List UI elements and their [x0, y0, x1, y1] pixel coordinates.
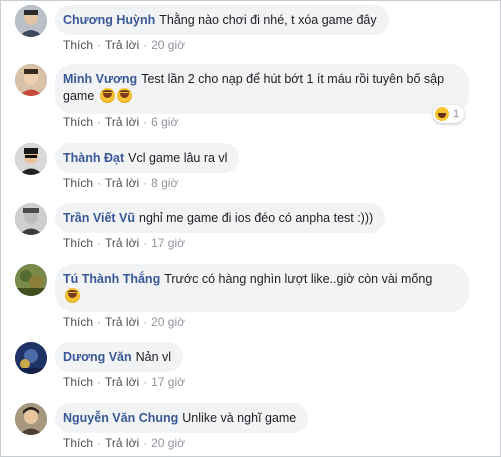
separator: ·	[97, 176, 102, 190]
reply-link[interactable]: Trả lời	[105, 115, 139, 129]
comment-author[interactable]: Chương Huỳnh	[63, 13, 155, 27]
separator: ·	[143, 436, 148, 450]
like-link[interactable]: Thích	[63, 375, 93, 389]
laughing-emoji-icon	[65, 288, 80, 303]
comment-text: Unlike và nghĩ game	[182, 411, 297, 425]
comment-author[interactable]: Minh Vương	[63, 72, 137, 86]
separator: ·	[143, 375, 148, 389]
like-link[interactable]: Thích	[63, 38, 93, 52]
avatar[interactable]	[15, 64, 47, 96]
comment-text: Test lần 2 cho nạp để hút bớt 1 ít máu r…	[141, 72, 445, 86]
comment-bubble: Chương Huỳnh Thằng nào chơi đi nhé, t xóa…	[55, 5, 389, 35]
comment-time[interactable]: 6 giờ	[151, 115, 178, 129]
rofl-emoji-icon	[99, 88, 115, 103]
like-link[interactable]: Thích	[63, 176, 93, 190]
comment-author[interactable]: Tú Thành Thắng	[63, 272, 160, 286]
comment-text: nghỉ me game đi ios đéo có anpha test :)…	[139, 211, 374, 225]
comment-author[interactable]: Thành Đạt	[63, 151, 124, 165]
comment-actions: Thích · Trả lời · 20 giờ	[63, 38, 185, 52]
like-link[interactable]: Thích	[63, 315, 93, 329]
comment-bubble: Thành Đạt Vcl game lâu ra vl	[55, 143, 240, 173]
comment-actions: Thích · Trả lời · 20 giờ	[63, 436, 185, 450]
comment-time[interactable]: 20 giờ	[151, 38, 185, 52]
comment-text: Nản vl	[135, 350, 172, 364]
reply-link[interactable]: Trả lời	[105, 176, 139, 190]
comment-text: Trước có hàng nghìn lượt like..giờ còn v…	[164, 272, 433, 286]
comment-bubble: Tú Thành Thắng Trước có hàng nghìn lượt l…	[55, 264, 469, 312]
separator: ·	[97, 236, 102, 250]
comment-actions: Thích · Trả lời · 17 giờ	[63, 236, 185, 250]
separator: ·	[143, 115, 148, 129]
separator: ·	[143, 38, 148, 52]
separator: ·	[143, 236, 148, 250]
comment-time[interactable]: 20 giờ	[151, 436, 185, 450]
comment-time[interactable]: 17 giờ	[151, 375, 185, 389]
comment-text: Thằng nào chơi đi nhé, t xóa game đây	[159, 13, 377, 27]
avatar[interactable]	[15, 5, 47, 37]
avatar[interactable]	[15, 342, 47, 374]
separator: ·	[97, 375, 102, 389]
comment-bubble: Nguyễn Văn Chung Unlike và nghĩ game	[55, 403, 309, 433]
comment-actions: Thích · Trả lời · 20 giờ	[63, 315, 185, 329]
comment-author[interactable]: Trần Viết Vũ	[63, 211, 135, 225]
separator: ·	[143, 176, 148, 190]
comment-time[interactable]: 20 giờ	[151, 315, 185, 329]
like-link[interactable]: Thích	[63, 115, 93, 129]
comment-bubble: Dương Văn Nản vl	[55, 342, 184, 372]
separator: ·	[97, 315, 102, 329]
comment-actions: Thích · Trả lời · 17 giờ	[63, 375, 185, 389]
separator: ·	[97, 436, 102, 450]
reply-link[interactable]: Trả lời	[105, 315, 139, 329]
comment-actions: Thích · Trả lời · 6 giờ	[63, 115, 178, 129]
comment-text: Vcl game lâu ra vl	[128, 151, 228, 165]
comments-panel: Chương Huỳnh Thằng nào chơi đi nhé, t xóa…	[0, 0, 501, 457]
separator: ·	[97, 38, 102, 52]
comment-bubble: Trần Viết Vũ nghỉ me game đi ios đéo có a…	[55, 203, 386, 233]
haha-reaction-icon	[435, 107, 449, 121]
comment-time[interactable]: 8 giờ	[151, 176, 178, 190]
comment-author[interactable]: Dương Văn	[63, 350, 132, 364]
avatar[interactable]	[15, 143, 47, 175]
like-link[interactable]: Thích	[63, 236, 93, 250]
avatar[interactable]	[15, 403, 47, 435]
separator: ·	[97, 115, 102, 129]
comment-bubble: Minh Vương Test lần 2 cho nạp để hút bớt …	[55, 64, 469, 114]
reaction-count: 1	[453, 108, 460, 120]
avatar[interactable]	[15, 264, 47, 296]
reply-link[interactable]: Trả lời	[105, 375, 139, 389]
reply-link[interactable]: Trả lời	[105, 38, 139, 52]
comment-actions: Thích · Trả lời · 8 giờ	[63, 176, 178, 190]
like-link[interactable]: Thích	[63, 436, 93, 450]
rofl-emoji-icon	[116, 88, 132, 103]
reply-link[interactable]: Trả lời	[105, 436, 139, 450]
comment-time[interactable]: 17 giờ	[151, 236, 185, 250]
comment-text-continued: game	[63, 89, 95, 103]
separator: ·	[143, 315, 148, 329]
reaction-badge[interactable]: 1	[433, 105, 465, 123]
avatar[interactable]	[15, 203, 47, 235]
reply-link[interactable]: Trả lời	[105, 236, 139, 250]
comment-author[interactable]: Nguyễn Văn Chung	[63, 411, 178, 425]
